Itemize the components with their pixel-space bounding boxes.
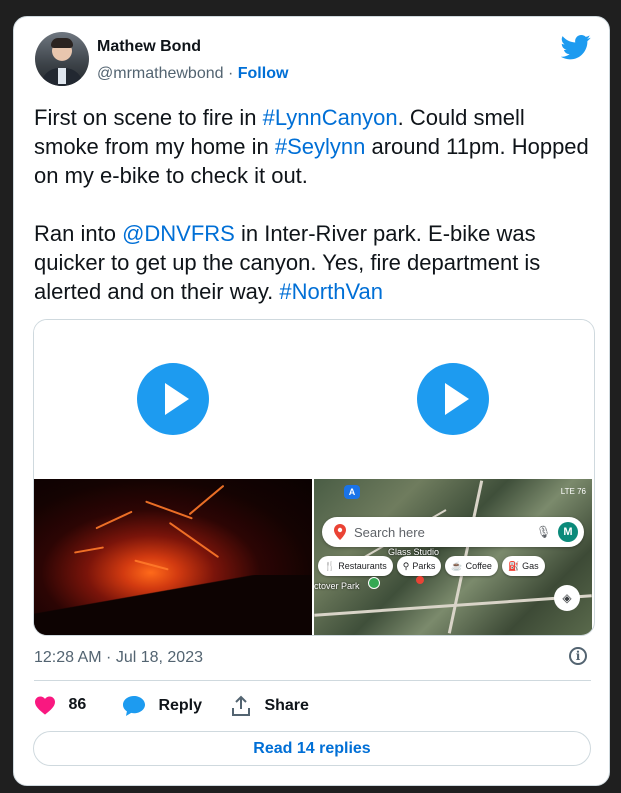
tweet-paragraph-2: Ran into @DNVFRS in Inter-River park. E-… [34,219,594,306]
share-button[interactable]: Share [230,695,309,721]
map-category-chips: 🍴 Restaurants ⚲ Parks ☕ Coffee ⛽ Gas [318,556,592,578]
read-replies-button[interactable]: Read 14 replies [33,731,591,766]
separator-dot: · [227,65,234,82]
park-pin-icon[interactable] [368,577,380,589]
chip-label: Gas [522,561,539,571]
follow-button[interactable]: Follow [238,65,289,82]
gas-pump-icon: ⛽ [507,561,520,571]
author-handle-row: @mrmathewbond · Follow [97,65,288,83]
dark-ridge [34,575,312,635]
chip-label: Coffee [465,561,492,571]
video-tile-map[interactable]: A LTE 76 Search here 🎙 M Glass Studio 🍴 R… [314,320,592,635]
fire-thumbnail[interactable] [34,479,312,635]
mention-dnvfrs[interactable]: @DNVFRS [122,221,235,246]
hashtag-northvan[interactable]: #NorthVan [279,279,383,304]
chip-label: Restaurants [338,561,387,571]
reply-button[interactable]: Reply [122,695,202,721]
tweet-text-segment: First on scene to fire in [34,105,263,130]
hashtag-seylynn[interactable]: #Seylynn [275,134,366,159]
layers-icon[interactable]: ◈ [554,585,580,611]
spark [145,500,193,520]
info-icon[interactable]: i [569,647,587,665]
map-search-bar[interactable]: Search here 🎙 M [322,517,584,547]
like-count: 86 [68,696,87,713]
hashtag-lynncanyon[interactable]: #LynnCanyon [263,105,398,130]
spark [188,484,225,516]
map-account-avatar[interactable]: M [558,522,578,542]
media-grid: A LTE 76 Search here 🎙 M Glass Studio 🍴 R… [33,319,595,636]
twitter-bird-icon[interactable] [561,32,591,62]
map-search-placeholder: Search here [354,525,425,540]
spark [95,510,133,530]
chip-restaurants[interactable]: 🍴 Restaurants [318,556,393,576]
share-icon [232,695,250,716]
share-label: Share [264,697,309,714]
play-icon[interactable] [137,363,209,435]
tweet-text: First on scene to fire in #LynnCanyon. C… [34,103,594,306]
spark [74,546,104,554]
tweet-paragraph-1: First on scene to fire in #LynnCanyon. C… [34,103,594,190]
avatar-shirt [58,68,66,84]
google-maps-pin-icon [334,524,346,540]
divider [34,680,591,681]
author-name[interactable]: Mathew Bond [97,38,201,56]
fork-knife-icon: 🍴 [324,561,336,571]
phone-status: LTE 76 [560,487,586,496]
tweet-timestamp[interactable]: 12:28 AM · Jul 18, 2023 [34,649,203,667]
spark [168,521,220,559]
chip-coffee[interactable]: ☕ Coffee [445,556,498,576]
heart-icon [35,696,55,715]
chip-parks[interactable]: ⚲ Parks [396,556,442,576]
chip-label: Parks [412,561,436,571]
tree-icon: ⚲ [402,561,410,571]
spark [134,559,169,571]
map-thumbnail[interactable]: A LTE 76 Search here 🎙 M Glass Studio 🍴 R… [314,479,592,635]
navigation-badge: A [344,485,360,499]
chip-gas[interactable]: ⛽ Gas [501,556,545,576]
location-pin-icon[interactable] [416,576,424,584]
coffee-cup-icon: ☕ [451,561,463,571]
tweet-text-segment: Ran into [34,221,123,246]
author-handle[interactable]: @mrmathewbond [97,65,224,82]
play-icon[interactable] [417,363,489,435]
microphone-icon[interactable]: 🎙 [536,525,551,539]
reply-bubble-icon [123,696,145,716]
video-tile-fire[interactable] [34,320,312,635]
like-button[interactable]: 86 [34,695,86,721]
avatar-hair [51,38,73,48]
tweet-card: Mathew Bond @mrmathewbond · Follow First… [13,16,610,786]
reply-label: Reply [158,697,203,714]
avatar[interactable] [35,32,89,86]
map-label-park: ctover Park [314,581,360,591]
